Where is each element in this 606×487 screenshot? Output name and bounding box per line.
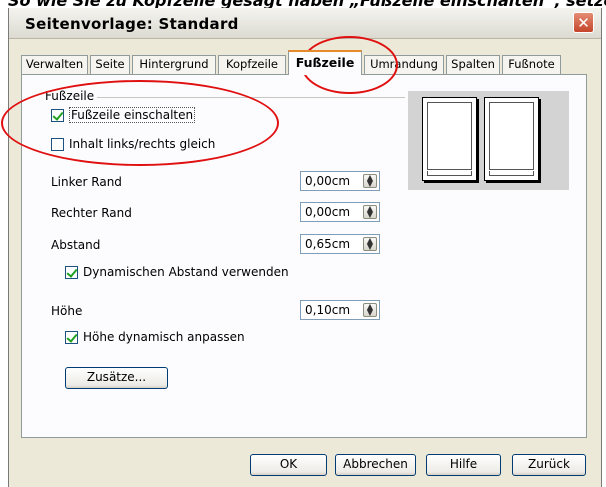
page-style-dialog: Seitenvorlage: Standard ✕ Verwalten Seit…: [1, 8, 602, 487]
tab-hintergrund[interactable]: Hintergrund: [132, 55, 216, 74]
dialog-bottom-edge: [9, 478, 601, 487]
ok-button[interactable]: OK: [250, 454, 327, 476]
checkbox-checked-icon[interactable]: [51, 108, 64, 122]
checkbox-checked-icon[interactable]: [65, 265, 78, 279]
dialog-title: Seitenvorlage: Standard: [25, 15, 239, 33]
spin-updown-icon[interactable]: ▲ ▼: [363, 174, 377, 188]
cancel-button[interactable]: Abbrechen: [335, 454, 416, 476]
help-button[interactable]: Hilfe: [426, 454, 501, 476]
right-margin-label: Rechter Rand: [51, 206, 132, 220]
left-margin-field[interactable]: 0,00cm ▲ ▼: [300, 171, 380, 191]
tab-fusszeile[interactable]: Fußzeile: [288, 50, 362, 75]
preview-right-page: [484, 97, 539, 181]
left-margin-value: 0,00cm: [305, 174, 351, 188]
group-label-footer: Fußzeile: [45, 89, 98, 103]
spacing-label: Abstand: [51, 238, 101, 252]
preview-left-page: [422, 97, 477, 181]
spin-updown-icon[interactable]: ▲ ▼: [363, 237, 377, 251]
tab-bar: Verwalten Seite Hintergrund Kopfzeile Fu…: [9, 48, 601, 75]
close-icon: ✕: [577, 13, 590, 32]
right-margin-field[interactable]: 0,00cm ▲ ▼: [300, 202, 380, 222]
tab-fussnote[interactable]: Fußnote: [502, 55, 561, 74]
height-field[interactable]: 0,10cm ▲ ▼: [300, 300, 380, 320]
same-content-checkbox[interactable]: Inhalt links/rechts gleich: [51, 137, 215, 151]
close-button[interactable]: ✕: [573, 12, 594, 33]
checkbox-checked-icon[interactable]: [65, 330, 78, 344]
spin-updown-icon[interactable]: ▲ ▼: [363, 303, 377, 317]
footer-on-label: Fußzeile einschalten: [69, 107, 196, 123]
auto-height-label: Höhe dynamisch anpassen: [83, 330, 245, 344]
dynamic-spacing-checkbox[interactable]: Dynamischen Abstand verwenden: [65, 265, 289, 279]
tab-seite[interactable]: Seite: [90, 55, 130, 74]
reset-button[interactable]: Zurück: [512, 454, 586, 476]
title-bar[interactable]: Seitenvorlage: Standard ✕: [9, 8, 601, 39]
tab-verwalten[interactable]: Verwalten: [21, 55, 88, 74]
same-content-label: Inhalt links/rechts gleich: [69, 137, 216, 151]
right-margin-value: 0,00cm: [305, 205, 351, 219]
page-preview: [408, 91, 569, 190]
tab-spalten[interactable]: Spalten: [446, 55, 500, 74]
left-margin-label: Linker Rand: [51, 175, 122, 189]
height-label: Höhe: [51, 304, 83, 318]
dynamic-spacing-label: Dynamischen Abstand verwenden: [83, 265, 289, 279]
tab-kopfzeile[interactable]: Kopfzeile: [218, 55, 286, 74]
checkbox-unchecked-icon[interactable]: [51, 137, 64, 151]
footer-on-checkbox[interactable]: Fußzeile einschalten: [51, 107, 196, 123]
more-options-button[interactable]: Zusätze...: [65, 367, 168, 389]
spacing-value: 0,65cm: [305, 237, 351, 251]
spin-updown-icon[interactable]: ▲ ▼: [363, 205, 377, 219]
auto-height-checkbox[interactable]: Höhe dynamisch anpassen: [65, 330, 245, 344]
group-divider: [93, 97, 405, 98]
tab-umrandung[interactable]: Umrandung: [364, 55, 444, 74]
spacing-field[interactable]: 0,65cm ▲ ▼: [300, 234, 380, 254]
height-value: 0,10cm: [305, 303, 351, 317]
